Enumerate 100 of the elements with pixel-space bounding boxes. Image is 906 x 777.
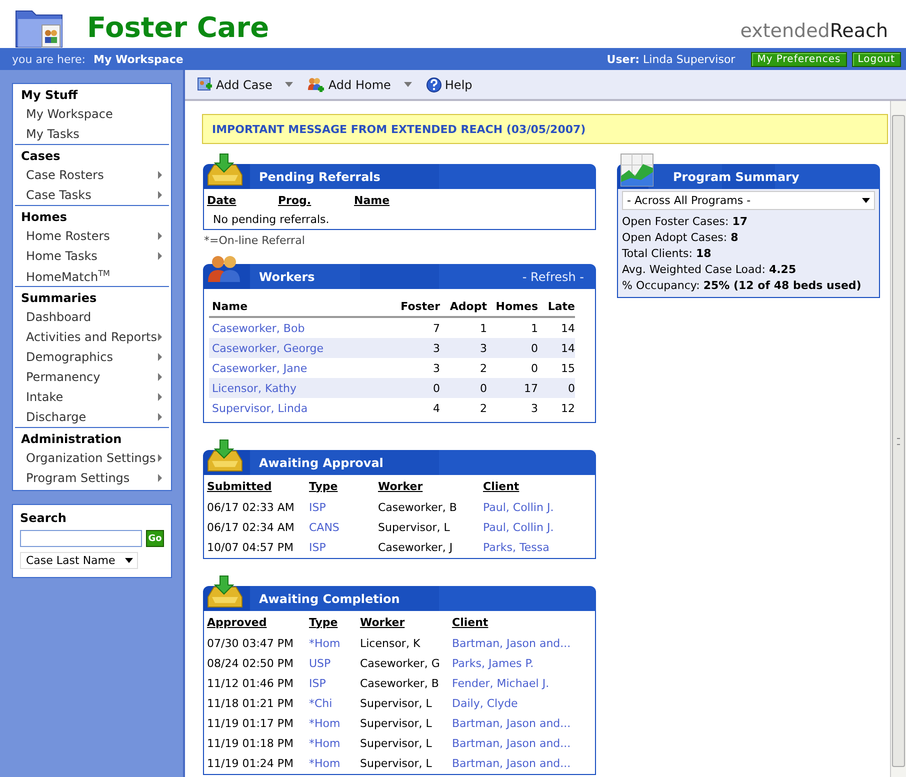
record-link[interactable]: CANS xyxy=(309,517,378,537)
record-link[interactable]: Fender, Michael J. xyxy=(452,673,595,693)
column-header[interactable]: Type xyxy=(309,475,378,497)
table-cell-text: 0 xyxy=(530,360,538,376)
nav-item[interactable]: Home Tasks xyxy=(15,246,169,266)
table-cell-text: Caseworker, B xyxy=(378,500,458,516)
record-link[interactable]: Parks, Tessa xyxy=(483,537,595,557)
record-link[interactable]: *Chi xyxy=(309,693,360,713)
brand-logo: extendedReach xyxy=(740,20,888,42)
column-header[interactable]: Worker xyxy=(378,475,483,497)
go-button[interactable]: Go xyxy=(146,530,164,547)
table-cell-text: 10/07 04:57 PM xyxy=(207,540,295,556)
table-cell-text: Caseworker, B xyxy=(360,676,440,692)
worker-link[interactable]: Licensor, Kathy xyxy=(209,378,380,398)
record-link[interactable]: Bartman, Jason and... xyxy=(452,633,595,653)
nav-item[interactable]: Activities and Reports xyxy=(15,327,169,347)
nav-section-title: Homes xyxy=(20,209,68,226)
nav-item[interactable]: Organization Settings xyxy=(15,448,169,468)
table-cell: 0 xyxy=(440,378,487,398)
submenu-arrow-icon xyxy=(158,373,162,381)
column-header[interactable]: Client xyxy=(483,475,595,497)
table-cell-text: Licensor, K xyxy=(360,636,422,652)
scrollbar-thumb[interactable] xyxy=(892,115,905,767)
record-link[interactable]: Daily, Clyde xyxy=(452,693,595,713)
toolbar-button[interactable]: Add Home xyxy=(303,76,418,92)
column-header[interactable]: Approved xyxy=(207,611,309,633)
table-cell-text: 15 xyxy=(560,360,575,376)
program-dropdown[interactable]: - Across All Programs - xyxy=(622,191,875,210)
table-cell-text: 1 xyxy=(530,320,538,336)
record-link[interactable]: Bartman, Jason and... xyxy=(452,753,595,773)
toolbar-button[interactable]: Add Case xyxy=(193,76,300,92)
table-cell: 0 xyxy=(538,378,575,398)
submenu-arrow-icon xyxy=(158,474,162,482)
caret-icon xyxy=(125,558,133,563)
breadcrumb-link[interactable]: My Workspace xyxy=(94,52,184,66)
record-link[interactable]: Paul, Collin J. xyxy=(483,517,595,537)
record-link[interactable]: Parks, James P. xyxy=(452,653,595,673)
table-cell: 14 xyxy=(538,338,575,358)
column-header[interactable]: Date xyxy=(207,189,278,211)
nav-item[interactable]: Discharge xyxy=(15,407,169,427)
summary-stat: Open Foster Cases: 17 xyxy=(622,214,749,230)
record-link[interactable]: ISP xyxy=(309,497,378,517)
panel-title: Workers xyxy=(259,270,315,284)
table-cell-text: Supervisor, L xyxy=(360,736,433,752)
record-link[interactable]: ISP xyxy=(309,673,360,693)
table-cell: 0 xyxy=(487,338,538,358)
record-link[interactable]: Bartman, Jason and... xyxy=(452,713,595,733)
record-link[interactable]: *Hom xyxy=(309,633,360,653)
nav-item[interactable]: Home Rosters xyxy=(15,226,169,246)
panel-title: Awaiting Completion xyxy=(259,592,400,606)
search-type-dropdown[interactable]: Case Last Name xyxy=(20,552,138,569)
search-field[interactable] xyxy=(20,530,142,547)
nav-item[interactable]: Case Tasks xyxy=(15,185,169,205)
nav-item[interactable]: HomeMatch$^{TM}$ xyxy=(15,266,169,286)
nav-item[interactable]: My Tasks xyxy=(15,124,169,144)
record-link[interactable]: Paul, Collin J. xyxy=(483,497,595,517)
column-header[interactable]: Worker xyxy=(360,611,452,633)
table-cell-text: 11/12 01:46 PM xyxy=(207,676,295,692)
record-link[interactable]: Bartman, Jason and... xyxy=(452,733,595,753)
column-header[interactable]: Client xyxy=(452,611,595,633)
summary-stat: Open Adopt Cases: 8 xyxy=(622,230,740,246)
column-header[interactable]: Type xyxy=(309,611,360,633)
toolbar-button[interactable]: Help xyxy=(422,76,476,92)
logout-button[interactable]: Logout xyxy=(852,52,901,66)
scrollbar[interactable] xyxy=(890,101,906,777)
refresh-link[interactable]: - Refresh - xyxy=(522,270,584,284)
nav-item[interactable]: Intake xyxy=(15,387,169,407)
message-banner[interactable]: IMPORTANT MESSAGE FROM EXTENDED REACH (03/05/2007) xyxy=(202,114,888,144)
record-link[interactable]: *Hom xyxy=(309,713,360,733)
table-cell-text: 2 xyxy=(479,360,487,376)
breadcrumb-label: you are here: xyxy=(12,52,86,66)
nav-item[interactable]: Demographics xyxy=(15,347,169,367)
record-link[interactable]: USP xyxy=(309,653,360,673)
submenu-arrow-icon xyxy=(158,191,162,199)
record-link[interactable]: *Hom xyxy=(309,753,360,773)
worker-link[interactable]: Caseworker, Jane xyxy=(209,358,380,378)
record-link[interactable]: ISP xyxy=(309,537,378,557)
nav-section-title: Administration xyxy=(20,431,123,448)
nav-item[interactable]: Dashboard xyxy=(15,307,169,327)
column-header[interactable]: Submitted xyxy=(207,475,309,497)
table-cell-text: 14 xyxy=(560,320,575,336)
worker-link[interactable]: Caseworker, George xyxy=(209,338,380,358)
preferences-button[interactable]: My Preferences xyxy=(751,52,847,66)
panel-title: Awaiting Approval xyxy=(259,456,384,470)
caret-icon xyxy=(404,82,412,87)
worker-link[interactable]: Supervisor, Linda xyxy=(209,398,380,418)
column-header: Foster xyxy=(380,293,440,318)
column-header[interactable]: Prog. xyxy=(278,189,354,211)
chart-icon xyxy=(620,153,654,187)
record-link[interactable]: *Hom xyxy=(309,733,360,753)
nav-item[interactable]: My Workspace xyxy=(15,104,169,124)
table-cell-text: 06/17 02:34 AM xyxy=(207,520,296,536)
user-name: User: Linda Supervisor xyxy=(606,52,736,66)
table-cell-text: 11/19 01:24 PM xyxy=(207,756,295,772)
worker-link[interactable]: Caseworker, Bob xyxy=(209,318,380,338)
column-header[interactable]: Name xyxy=(354,189,595,211)
nav-item[interactable]: Program Settings xyxy=(15,468,169,488)
nav-item[interactable]: Case Rosters xyxy=(15,165,169,185)
table-cell-text: 12 xyxy=(560,400,575,416)
nav-item[interactable]: Permanency xyxy=(15,367,169,387)
